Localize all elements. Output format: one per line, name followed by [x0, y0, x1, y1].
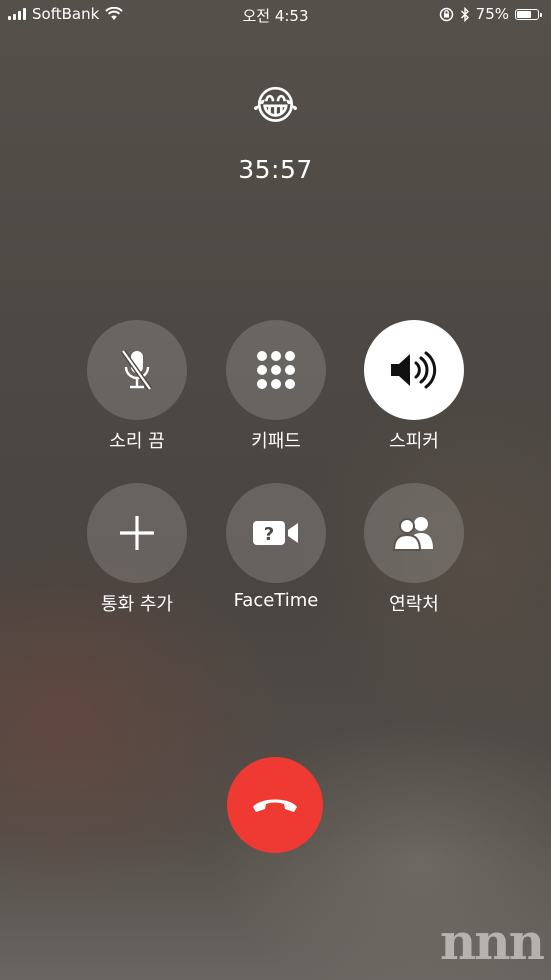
battery-percent: 75%: [475, 5, 509, 23]
watermark-logo: nnn: [439, 912, 545, 971]
speaker-button[interactable]: 스피커: [364, 320, 464, 453]
hangup-icon: [253, 799, 297, 812]
contacts-icon: [392, 517, 433, 551]
mute-button[interactable]: 소리 끔: [87, 320, 187, 453]
facetime-circle[interactable]: ?: [226, 483, 326, 583]
facetime-button[interactable]: ? FaceTime: [226, 483, 326, 611]
status-bar: SoftBank 오전 4:53 75%: [0, 0, 551, 30]
contacts-circle[interactable]: [364, 483, 464, 583]
svg-text:?: ?: [264, 524, 274, 545]
contacts-button[interactable]: 연락처: [364, 483, 464, 616]
facetime-label: FaceTime: [233, 590, 319, 611]
rotation-lock-icon: [439, 7, 453, 21]
mute-circle[interactable]: [87, 320, 187, 420]
mute-label: 소리 끔: [109, 431, 165, 452]
contacts-label: 연락처: [389, 594, 439, 615]
speaker-circle[interactable]: [364, 320, 464, 420]
add-call-circle[interactable]: [87, 483, 187, 583]
plus-icon: [120, 516, 154, 550]
call-duration: 35:57: [238, 155, 313, 184]
keypad-icon: [257, 351, 295, 389]
speaker-icon: [391, 351, 437, 389]
caller-name-emoji: 😂: [252, 83, 299, 129]
keypad-button[interactable]: 키패드: [226, 320, 326, 453]
end-call-button[interactable]: [227, 757, 323, 853]
keypad-circle[interactable]: [226, 320, 326, 420]
keypad-label: 키패드: [251, 431, 301, 452]
mic-muted-icon: [120, 349, 153, 391]
battery-icon: [515, 8, 542, 20]
bluetooth-icon: [460, 6, 469, 22]
battery-level-fill: [517, 10, 531, 18]
speaker-label: 스피커: [389, 431, 439, 452]
status-right: 75%: [439, 5, 542, 23]
add-call-label: 통화 추가: [101, 594, 173, 615]
add-call-button[interactable]: 통화 추가: [87, 483, 187, 616]
facetime-unavailable-icon: ?: [253, 521, 298, 545]
